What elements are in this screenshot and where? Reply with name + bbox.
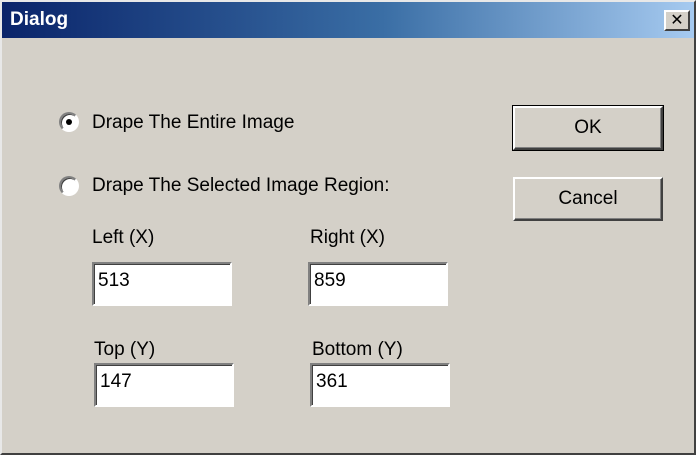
- radio-entire-image[interactable]: [59, 112, 79, 132]
- close-button[interactable]: ✕: [664, 10, 690, 31]
- bottom-y-input[interactable]: 361: [310, 363, 450, 407]
- top-y-label: Top (Y): [94, 339, 156, 360]
- top-y-input[interactable]: 147: [94, 363, 234, 407]
- radio-selected-dot: [66, 119, 72, 125]
- close-icon: ✕: [670, 11, 684, 29]
- right-x-input[interactable]: 859: [308, 262, 448, 306]
- radio-selected-region[interactable]: [59, 176, 79, 196]
- radio-selected-region-label[interactable]: Drape The Selected Image Region:: [92, 175, 390, 197]
- title-bar[interactable]: Dialog ✕: [2, 2, 694, 38]
- left-x-input[interactable]: 513: [92, 262, 232, 306]
- radio-entire-image-label[interactable]: Drape The Entire Image: [92, 112, 294, 134]
- cancel-button[interactable]: Cancel: [513, 177, 663, 221]
- left-x-label: Left (X): [92, 227, 155, 248]
- dialog-window: Dialog ✕ Drape The Entire Image Drape Th…: [0, 0, 696, 455]
- window-title: Dialog: [10, 9, 69, 30]
- right-x-label: Right (X): [310, 227, 385, 248]
- bottom-y-label: Bottom (Y): [312, 339, 403, 360]
- ok-button[interactable]: OK: [512, 105, 664, 151]
